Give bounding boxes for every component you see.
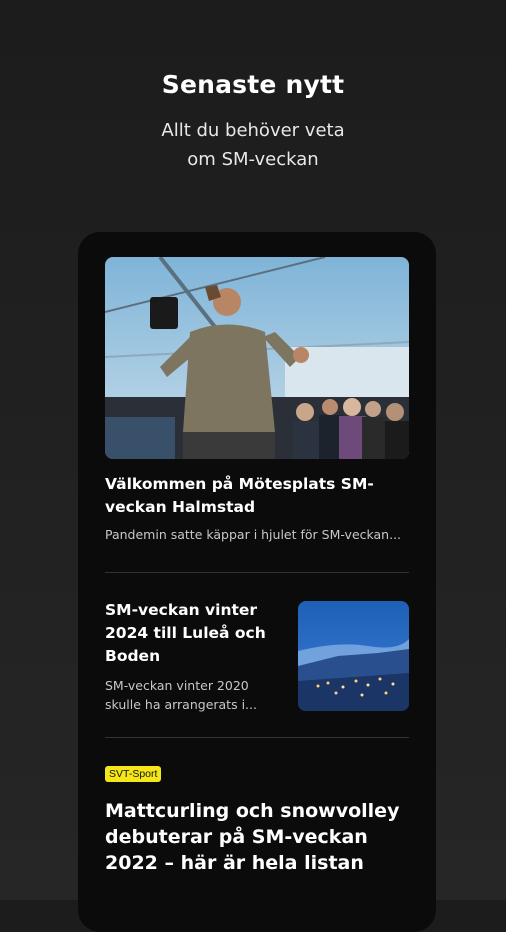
article-title-3[interactable]: Mattcurling och snowvolley debuterar på … xyxy=(105,798,415,876)
promo-subtitle: Allt du behöver veta om SM-veckan xyxy=(161,120,345,170)
article-description-2: SM-veckan vinter 2020 skulle ha arranger… xyxy=(105,678,257,712)
article-title-2[interactable]: SM-veckan vinter 2024 till Luleå och Bod… xyxy=(105,599,280,668)
promo-title: Senaste nytt xyxy=(161,70,345,99)
hero-article-description: Pandemin satte käppar i hjulet för SM-ve… xyxy=(105,527,402,542)
article-thumbnail-2[interactable] xyxy=(298,601,409,711)
divider xyxy=(105,572,409,573)
category-badge: SVT-Sport xyxy=(105,766,162,782)
winter-city-illustration xyxy=(298,601,409,711)
hero-article-image[interactable] xyxy=(105,257,409,459)
divider xyxy=(105,737,409,738)
hero-article-title[interactable]: Välkommen på Mötesplats SM-veckan Halmst… xyxy=(105,473,409,519)
hero-photo-illustration xyxy=(105,257,409,459)
phone-mockup: Välkommen på Mötesplats SM-veckan Halmst… xyxy=(78,232,436,932)
